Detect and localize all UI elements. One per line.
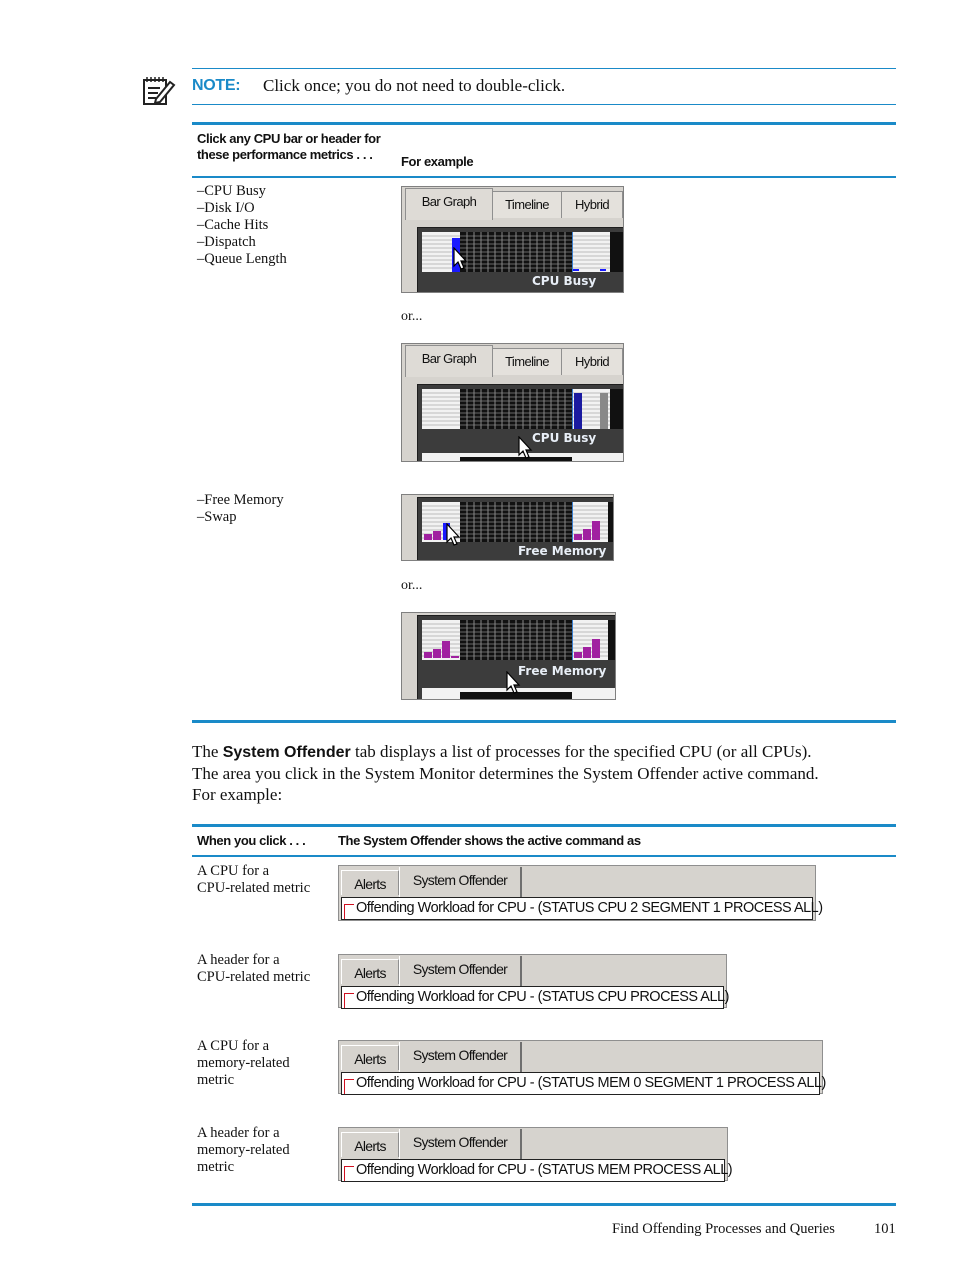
tab-bar-graph[interactable]: Bar Graph [405,345,493,377]
table-top-rule [192,824,896,827]
tab-bar-graph[interactable]: Bar Graph [405,188,493,220]
metrics-header-col1: Click any CPU bar or header for these pe… [197,131,381,163]
free-memory-bar-screenshot: Free Memory [401,494,614,561]
when-line: A CPU for a [197,1038,270,1054]
free-memory-header-screenshot: Free Memory [401,612,616,700]
system-offender-term: System Offender [222,744,351,761]
mouse-cursor-icon [446,523,461,546]
table-bottom-rule [192,1203,896,1206]
active-command-field: Offending Workload for CPU - (STATUS CPU… [341,986,729,1009]
metric-item: –Disk I/O [197,200,255,216]
tab-hybrid[interactable]: Hybrid [561,191,623,218]
active-command-field: Offending Workload for CPU - (STATUS CPU… [341,897,823,920]
offender-screenshot: Alerts System Offender Offending Workloa… [338,1040,826,1095]
when-line: CPU-related metric [197,969,311,985]
tab-hybrid[interactable]: Hybrid [561,348,623,375]
when-line: CPU-related metric [197,880,311,896]
when-cell: A header for a CPU-related metric [197,952,310,986]
free-memory-caption[interactable]: Free Memory [518,664,606,678]
cpu-busy-bar-screenshot: Bar Graph Timeline Hybrid CPU Busy [401,186,624,293]
monitor-panel: CPU Busy [417,227,623,292]
footer-section-title: Find Offending Processes and Queries [612,1221,835,1237]
text-run: tab displays a list of processes for the… [350,742,812,761]
metrics-list-memory: –Free Memory –Swap [197,492,284,526]
when-cell: A CPU for a CPU-related metric [197,863,310,897]
table-header-rule [192,855,896,857]
table-bottom-rule [192,720,896,723]
paragraph-line: For example: [192,785,283,804]
offender-header-col1: When you click . . . [197,833,306,848]
mouse-cursor-icon [518,436,533,459]
metric-item: –Cache Hits [197,217,269,233]
note-text: Click once; you do not need to double-cl… [263,76,566,95]
metric-item: –Free Memory [197,492,284,508]
when-line: memory-related [197,1142,290,1158]
offender-screenshot: Alerts System Offender Offending Workloa… [338,954,729,1009]
table-header-rule [192,176,896,178]
when-line: memory-related [197,1055,290,1071]
or-label: or... [401,578,423,593]
active-command-field: Offending Workload for CPU - (STATUS MEM… [341,1159,733,1182]
metric-item: –Swap [197,509,237,525]
offender-screenshot: Alerts System Offender Offending Workloa… [338,1127,733,1182]
table-top-rule [192,122,896,125]
when-cell: A CPU for a memory-related metric [197,1038,290,1089]
or-label: or... [401,309,423,324]
tab-alerts[interactable]: Alerts [341,870,399,895]
note-label: NOTE: [192,77,241,94]
tab-system-offender[interactable]: System Offender [399,867,522,897]
mouse-cursor-icon [453,247,468,270]
paragraph-line: The area you click in the System Monitor… [192,764,819,783]
metric-item: –Queue Length [197,251,287,267]
tab-alerts[interactable]: Alerts [341,1045,399,1070]
tab-timeline[interactable]: Timeline [492,348,562,375]
tab-system-offender[interactable]: System Offender [399,1042,522,1072]
metrics-list-cpu: –CPU Busy –Disk I/O –Cache Hits –Dispatc… [197,183,287,268]
metric-item: –CPU Busy [197,183,266,199]
offender-screenshot: Alerts System Offender Offending Workloa… [338,865,823,921]
offender-header-col2: The System Offender shows the active com… [338,833,641,848]
note-rule-top [192,68,896,69]
when-cell: A header for a memory-related metric [197,1125,290,1176]
mouse-cursor-icon [506,671,521,694]
tab-alerts[interactable]: Alerts [341,1132,399,1157]
free-memory-caption[interactable]: Free Memory [518,544,606,558]
when-line: A header for a [197,1125,280,1141]
metrics-header-col2: For example [401,154,474,169]
when-line: A CPU for a [197,863,270,879]
when-line: A header for a [197,952,280,968]
tab-system-offender[interactable]: System Offender [399,1129,522,1159]
when-line: metric [197,1072,235,1088]
header-line: Click any CPU bar or header for [197,131,381,146]
memory-bar-grid[interactable] [422,620,616,660]
tab-system-offender[interactable]: System Offender [399,956,522,986]
cpu-busy-header-screenshot: Bar Graph Timeline Hybrid CPU Busy [401,343,624,462]
text-run: The [192,742,223,761]
metric-item: –Dispatch [197,234,256,250]
header-line: these performance metrics . . . [197,147,373,162]
page-number: 101 [874,1221,896,1237]
system-offender-paragraph: The System Offender tab displays a list … [192,741,902,805]
cpu-busy-caption[interactable]: CPU Busy [532,274,596,288]
note-pencil-icon [143,77,176,105]
when-line: metric [197,1159,235,1175]
cpu-bar-grid[interactable] [422,389,624,429]
paragraph-line: The System Offender tab displays a list … [192,741,902,763]
active-command-field: Offending Workload for CPU - (STATUS MEM… [341,1072,826,1095]
tab-alerts[interactable]: Alerts [341,959,399,984]
note-rule-bottom [192,104,896,105]
cpu-busy-caption[interactable]: CPU Busy [532,431,596,445]
tab-timeline[interactable]: Timeline [492,191,562,218]
